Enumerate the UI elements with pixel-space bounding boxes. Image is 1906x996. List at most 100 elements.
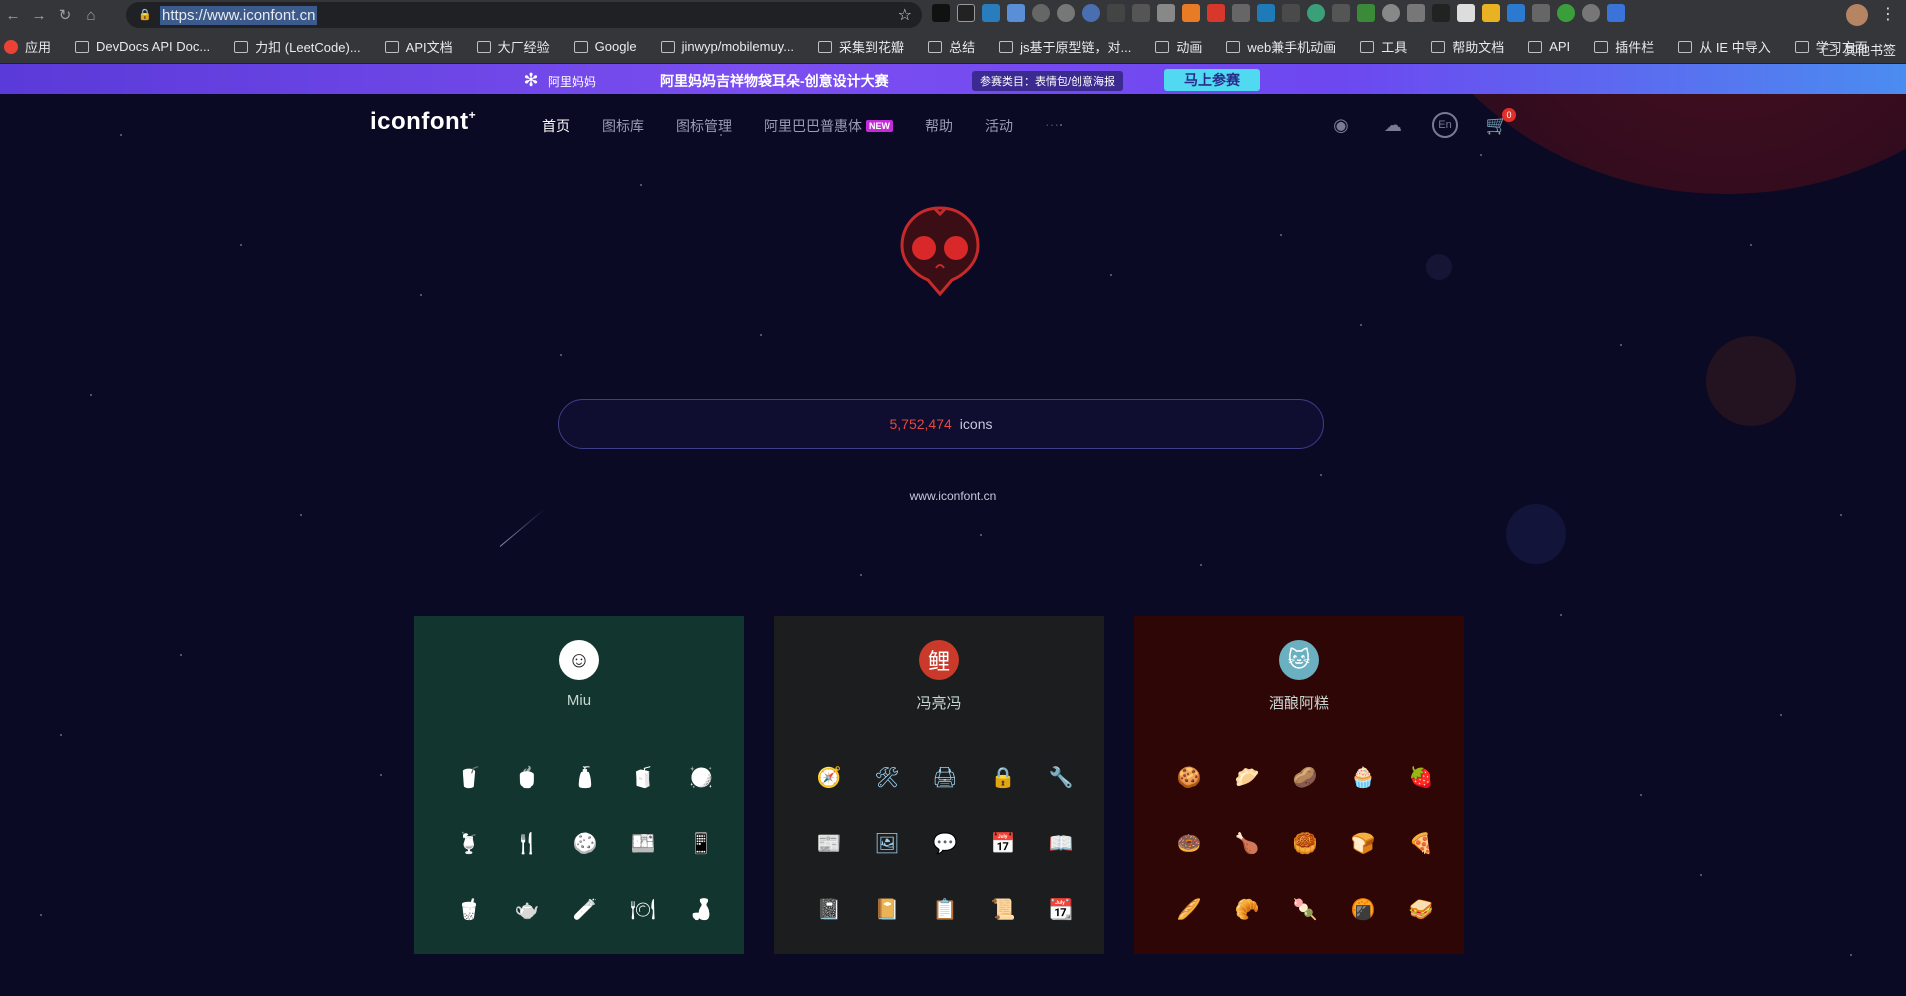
collection-icon[interactable]: 📔 xyxy=(858,876,916,942)
bookmark-item[interactable]: 大厂经验 xyxy=(476,37,550,56)
collection-icon[interactable]: 🖨 xyxy=(916,744,974,810)
bookmark-label[interactable]: 采集到花瓣 xyxy=(839,37,904,56)
bookmark-item[interactable]: DevDocs API Doc... xyxy=(75,39,210,54)
collection-icon[interactable]: 🧋 xyxy=(440,876,498,942)
bookmark-label[interactable]: API xyxy=(1549,39,1570,54)
extension-icon[interactable] xyxy=(932,4,950,22)
bookmark-label[interactable]: js基于原型链，对... xyxy=(1020,37,1131,56)
collection-icon[interactable]: 📋 xyxy=(916,876,974,942)
bookmark-item[interactable]: API文档 xyxy=(384,37,453,56)
bookmark-item[interactable]: API xyxy=(1528,39,1570,54)
collection-icon[interactable]: 🖼 xyxy=(858,810,916,876)
author-name[interactable]: 冯亮冯 xyxy=(774,692,1104,713)
other-bookmarks[interactable]: 其他书签 xyxy=(1822,40,1896,59)
bookmark-item[interactable]: js基于原型链，对... xyxy=(999,37,1131,56)
extension-icon[interactable] xyxy=(1057,4,1075,22)
bookmark-label[interactable]: 插件栏 xyxy=(1615,37,1654,56)
collection-icon[interactable]: 🍶 xyxy=(672,876,730,942)
extension-icon[interactable] xyxy=(1432,4,1450,22)
collection-icon[interactable]: 🧭 xyxy=(800,744,858,810)
extension-icon[interactable] xyxy=(1232,4,1250,22)
collection-icon[interactable]: 🍪 xyxy=(556,810,614,876)
extension-icon[interactable] xyxy=(1332,4,1350,22)
collection-icon[interactable]: 💬 xyxy=(916,810,974,876)
collection-icon[interactable]: 🥮 xyxy=(1276,810,1334,876)
collection-icon[interactable]: 🪩 xyxy=(672,744,730,810)
collection-icon[interactable]: 🍴 xyxy=(498,810,556,876)
collection-icon[interactable]: 🔒 xyxy=(974,744,1032,810)
bookmark-label[interactable]: 动画 xyxy=(1176,37,1202,56)
collection-icon[interactable]: 🍘 xyxy=(1334,876,1392,942)
url-text[interactable]: https://www.iconfont.cn xyxy=(160,5,318,25)
collection-icon[interactable]: 🍪 xyxy=(1160,744,1218,810)
collection-card[interactable]: 鲤冯亮冯 🧭 🛠 🖨 🔒 🔧 📰 🖼 💬 📅 📖 📓 📔 📋 📜 📆 xyxy=(774,616,1104,954)
collection-icon[interactable]: 📆 xyxy=(1032,876,1090,942)
nav-puhuiti-label[interactable]: 阿里巴巴普惠体 xyxy=(764,116,862,136)
nav-activity[interactable]: 活动 xyxy=(985,116,1013,136)
extension-icon[interactable] xyxy=(1532,4,1550,22)
extension-icon[interactable] xyxy=(1607,4,1625,22)
bookmark-label[interactable]: jinwyp/mobilemuy... xyxy=(682,39,794,54)
collection-icon[interactable]: 📰 xyxy=(800,810,858,876)
extension-icon[interactable] xyxy=(1032,4,1050,22)
bookmark-item[interactable]: 帮助文档 xyxy=(1431,37,1504,56)
more-dots-icon[interactable]: ··· xyxy=(1045,116,1059,136)
bookmark-label[interactable]: 帮助文档 xyxy=(1452,37,1504,56)
extension-icon[interactable] xyxy=(1557,4,1575,22)
bookmark-label[interactable]: 大厂经验 xyxy=(498,37,550,56)
bookmark-label[interactable]: Google xyxy=(595,39,637,54)
extension-icon[interactable] xyxy=(1132,4,1150,22)
language-toggle[interactable]: En xyxy=(1432,112,1458,138)
collection-icon[interactable]: 🧴 xyxy=(556,744,614,810)
bookmark-label[interactable]: 应用 xyxy=(25,37,51,56)
extension-icon[interactable] xyxy=(1007,4,1025,22)
bookmark-label[interactable]: 总结 xyxy=(949,37,975,56)
bookmark-item[interactable]: 采集到花瓣 xyxy=(818,37,904,56)
more-menu-icon[interactable]: ⋮ xyxy=(1880,4,1896,24)
extension-icon[interactable] xyxy=(1207,4,1225,22)
collection-icon[interactable]: 🧁 xyxy=(1334,744,1392,810)
collection-icon[interactable]: 🛠 xyxy=(858,744,916,810)
cart-icon[interactable]: 🛒 0 xyxy=(1484,108,1516,138)
forward-icon[interactable]: → xyxy=(26,2,52,28)
collection-card[interactable]: ☺ Miu 🥤 🍵 🧴 🧃 🪩 🍹 🍴 🍪 🍱 📱 🧋 🫖 🧪 🍽 🍶 xyxy=(414,616,744,954)
extension-icon[interactable] xyxy=(1157,4,1175,22)
collection-icon[interactable]: 🍞 xyxy=(1334,810,1392,876)
extension-icon[interactable] xyxy=(982,4,1000,22)
address-bar[interactable]: 🔒 https://www.iconfont.cn ☆ xyxy=(126,2,922,28)
collection-icon[interactable]: 🍓 xyxy=(1392,744,1450,810)
bookmark-item[interactable]: web兼手机动画 xyxy=(1226,37,1336,56)
nav-help[interactable]: 帮助 xyxy=(925,116,953,136)
collection-icon[interactable]: 🧃 xyxy=(614,744,672,810)
extension-icon[interactable] xyxy=(1107,4,1125,22)
github-icon[interactable]: ◉ xyxy=(1328,112,1354,138)
bookmark-item[interactable]: Google xyxy=(573,39,637,54)
extension-icon[interactable] xyxy=(1357,4,1375,22)
other-bookmarks-label[interactable]: 其他书签 xyxy=(1844,40,1896,59)
author-name[interactable]: Miu xyxy=(414,692,744,709)
bookmark-label[interactable]: 从 IE 中导入 xyxy=(1699,37,1771,56)
logo-text[interactable]: iconfont xyxy=(370,108,469,135)
search-input[interactable]: 5,752,474 icons xyxy=(558,399,1324,449)
collection-icon[interactable]: 🍗 xyxy=(1218,810,1276,876)
collection-icon[interactable]: 🍩 xyxy=(1160,810,1218,876)
nav-home[interactable]: 首页 xyxy=(542,116,570,136)
collection-icon[interactable]: 🍵 xyxy=(498,744,556,810)
extension-icon[interactable] xyxy=(1457,4,1475,22)
collection-icon[interactable]: 📓 xyxy=(800,876,858,942)
collection-icon[interactable]: 🥪 xyxy=(1392,876,1450,942)
collection-icon[interactable]: 🧪 xyxy=(556,876,614,942)
home-icon[interactable]: ⌂ xyxy=(78,2,104,28)
extension-icon[interactable] xyxy=(1307,4,1325,22)
collection-icon[interactable]: 🍡 xyxy=(1276,876,1334,942)
promo-banner[interactable]: ✻ 阿里妈妈 阿里妈妈吉祥物袋耳朵-创意设计大赛 参赛类目：表情包/创意海报 马… xyxy=(0,64,1906,94)
collection-icon[interactable]: 🍕 xyxy=(1392,810,1450,876)
bookmark-label[interactable]: 力扣 (LeetCode)... xyxy=(255,37,361,56)
profile-avatar[interactable] xyxy=(1846,4,1868,26)
extension-icon[interactable] xyxy=(1482,4,1500,22)
extension-icon[interactable] xyxy=(1507,4,1525,22)
bookmark-label[interactable]: API文档 xyxy=(406,37,453,56)
collection-icon[interactable]: 🍽 xyxy=(614,876,672,942)
bookmark-item[interactable]: 应用 xyxy=(4,37,51,56)
reload-icon[interactable]: ↻ xyxy=(52,2,78,28)
